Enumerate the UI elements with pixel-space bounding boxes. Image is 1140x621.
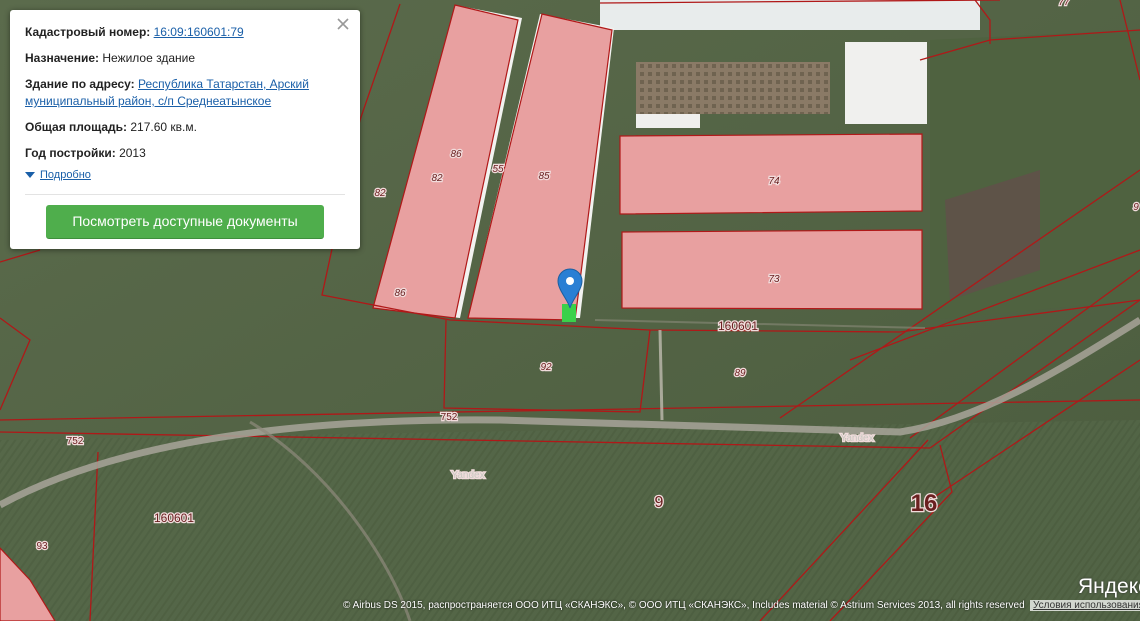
triangle-down-icon	[25, 172, 35, 178]
label-86a: 86	[450, 149, 462, 160]
purpose-row: Назначение: Нежилое здание	[25, 50, 345, 67]
view-documents-button[interactable]: Посмотреть доступные документы	[46, 205, 324, 239]
label-73: 73	[768, 274, 780, 285]
road-side	[658, 329, 664, 421]
year-row: Год постройки: 2013	[25, 145, 345, 162]
label-82b: 82	[374, 188, 386, 199]
divider	[25, 194, 345, 195]
label-85: 85	[538, 171, 550, 182]
label-16: 16	[911, 490, 938, 517]
greenhouse-top	[600, 0, 980, 30]
watermark-yandex-2: Yandex	[840, 433, 873, 444]
label-93: 93	[36, 541, 48, 552]
label-92: 92	[540, 362, 552, 373]
cadastral-label: Кадастровый номер:	[25, 25, 151, 39]
details-toggle-label: Подробно	[40, 169, 91, 181]
cadastral-row: Кадастровый номер: 16:09:160601:79	[25, 24, 345, 41]
label-752b: 752	[67, 436, 84, 447]
label-74: 74	[768, 176, 780, 187]
green-building-marker[interactable]	[562, 304, 576, 322]
label-9: 9	[655, 494, 664, 511]
white-strip	[636, 114, 700, 128]
year-label: Год постройки:	[25, 146, 116, 160]
label-752a: 752	[441, 412, 458, 423]
purpose-label: Назначение:	[25, 51, 100, 65]
yandex-logo: Яндекс	[1078, 575, 1140, 598]
parcel-74[interactable]	[619, 133, 923, 215]
terms-of-use-link[interactable]: Условия использования	[1030, 600, 1140, 611]
label-77: 77	[1058, 0, 1070, 8]
details-toggle[interactable]: Подробно	[25, 169, 345, 181]
purpose-value: Нежилое здание	[102, 51, 196, 65]
label-55: 55	[492, 164, 504, 175]
label-86b: 86	[394, 288, 406, 299]
address-row: Здание по адресу: Республика Татарстан, …	[25, 76, 345, 110]
watermark-yandex-1: Yandex	[451, 470, 484, 481]
map-attribution: © Airbus DS 2015, распространяется ООО И…	[343, 600, 1025, 611]
label-9-right: 9	[1133, 202, 1139, 213]
label-82a: 82	[431, 173, 443, 184]
parcel-info-popup: Кадастровый номер: 16:09:160601:79 Назна…	[10, 10, 360, 249]
cadastral-link[interactable]: 16:09:160601:79	[154, 25, 244, 39]
area-value: 217.60 кв.м.	[130, 120, 197, 134]
label-160601a: 160601	[718, 319, 758, 333]
year-value: 2013	[119, 146, 146, 160]
area-row: Общая площадь: 217.60 кв.м.	[25, 119, 345, 136]
white-building	[845, 42, 927, 124]
label-160601b: 160601	[154, 511, 194, 525]
parcel-73[interactable]	[621, 229, 923, 310]
address-label: Здание по адресу:	[25, 77, 135, 91]
area-label: Общая площадь:	[25, 120, 128, 134]
plots-area	[636, 62, 830, 114]
label-89: 89	[734, 368, 746, 379]
close-icon[interactable]	[334, 15, 352, 33]
